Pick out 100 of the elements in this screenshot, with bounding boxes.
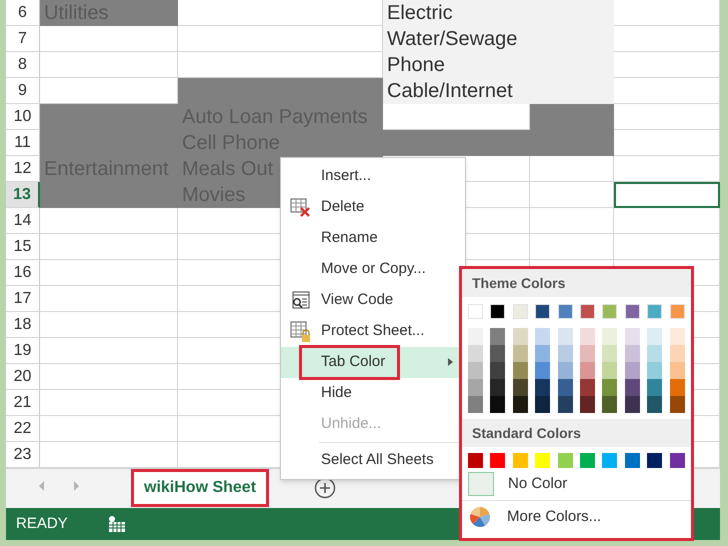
color-swatch[interactable] [647, 328, 662, 345]
color-swatch[interactable] [670, 453, 685, 468]
color-swatch[interactable] [670, 379, 685, 396]
color-swatch[interactable] [512, 396, 528, 413]
color-swatch[interactable] [512, 304, 528, 319]
color-swatch[interactable] [512, 453, 528, 468]
color-swatch[interactable] [512, 328, 528, 345]
sheet-stats-icon[interactable] [108, 515, 126, 533]
menu-item[interactable]: Rename [281, 223, 465, 254]
no-color-option[interactable]: No Color [462, 468, 691, 501]
row-header[interactable]: 18 [6, 312, 40, 338]
color-swatch[interactable] [535, 396, 550, 413]
color-swatch[interactable] [647, 379, 662, 396]
row-header[interactable]: 22 [6, 416, 40, 442]
color-swatch[interactable] [580, 328, 595, 345]
color-swatch[interactable] [670, 362, 685, 379]
color-swatch[interactable] [468, 345, 483, 362]
color-swatch[interactable] [558, 453, 573, 468]
color-swatch[interactable] [490, 396, 506, 413]
color-swatch[interactable] [490, 345, 506, 362]
table-lock-icon [290, 320, 312, 342]
color-swatch[interactable] [468, 362, 483, 379]
status-text: READY [16, 514, 68, 534]
row-header[interactable]: 8 [6, 52, 40, 78]
color-swatch[interactable] [490, 304, 506, 319]
color-swatch[interactable] [602, 345, 618, 362]
color-swatch[interactable] [535, 362, 550, 379]
color-swatch[interactable] [602, 328, 618, 345]
color-swatch[interactable] [468, 453, 483, 468]
color-swatch[interactable] [602, 304, 618, 319]
row-header[interactable]: 13 [6, 182, 40, 208]
color-swatch[interactable] [490, 362, 506, 379]
color-swatch[interactable] [468, 304, 483, 319]
color-swatch[interactable] [624, 453, 640, 468]
color-swatch[interactable] [558, 304, 573, 319]
color-swatch[interactable] [535, 328, 550, 345]
color-swatch[interactable] [468, 379, 483, 396]
color-swatch[interactable] [512, 362, 528, 379]
more-colors-option[interactable]: More Colors... [462, 501, 691, 528]
row-header[interactable]: 20 [6, 364, 40, 390]
color-swatch[interactable] [580, 362, 595, 379]
color-swatch[interactable] [647, 304, 662, 319]
color-swatch[interactable] [602, 396, 618, 413]
row-header[interactable]: 19 [6, 338, 40, 364]
color-swatch[interactable] [558, 396, 573, 413]
color-swatch[interactable] [490, 328, 506, 345]
sheet-tab[interactable]: wikiHow Sheet [131, 469, 270, 507]
color-swatch[interactable] [535, 345, 550, 362]
row-header[interactable]: 12 [6, 156, 40, 182]
color-swatch[interactable] [512, 345, 528, 362]
color-swatch[interactable] [624, 345, 640, 362]
color-swatch[interactable] [624, 396, 640, 413]
color-swatch[interactable] [490, 379, 506, 396]
color-swatch[interactable] [580, 304, 595, 319]
color-swatch[interactable] [602, 362, 618, 379]
color-swatch[interactable] [670, 328, 685, 345]
color-swatch[interactable] [624, 304, 640, 319]
row-header[interactable]: 23 [6, 442, 40, 468]
row-header[interactable]: 17 [6, 286, 40, 312]
color-swatch[interactable] [512, 379, 528, 396]
add-sheet-icon[interactable] [314, 477, 336, 499]
color-swatch[interactable] [535, 304, 550, 319]
color-swatch[interactable] [670, 304, 685, 319]
color-swatch[interactable] [647, 362, 662, 379]
submenu-caret-icon [448, 358, 453, 366]
color-swatch[interactable] [602, 453, 618, 468]
scroll-right-icon[interactable] [74, 481, 79, 491]
color-swatch[interactable] [535, 453, 550, 468]
scroll-left-icon[interactable] [39, 481, 44, 491]
color-swatch[interactable] [468, 396, 483, 413]
color-swatch[interactable] [558, 345, 573, 362]
code-search-icon [290, 290, 312, 310]
row-header[interactable]: 16 [6, 260, 40, 286]
color-swatch[interactable] [647, 396, 662, 413]
row-header[interactable]: 9 [6, 78, 40, 104]
row-header[interactable]: 15 [6, 234, 40, 260]
color-swatch[interactable] [670, 396, 685, 413]
color-swatch[interactable] [624, 379, 640, 396]
row-header[interactable]: 11 [6, 130, 40, 156]
row-header[interactable]: 6 [6, 0, 40, 26]
color-swatch[interactable] [647, 345, 662, 362]
row-header[interactable]: 10 [6, 104, 40, 130]
color-swatch[interactable] [602, 379, 618, 396]
color-swatch[interactable] [624, 328, 640, 345]
color-swatch[interactable] [580, 396, 595, 413]
color-swatch[interactable] [580, 345, 595, 362]
color-swatch[interactable] [647, 453, 662, 468]
row-header[interactable]: 21 [6, 390, 40, 416]
color-swatch[interactable] [468, 328, 483, 345]
row-header[interactable]: 7 [6, 26, 40, 52]
color-swatch[interactable] [558, 328, 573, 345]
color-swatch[interactable] [670, 345, 685, 362]
color-swatch[interactable] [535, 379, 550, 396]
color-swatch[interactable] [558, 379, 573, 396]
color-swatch[interactable] [624, 362, 640, 379]
color-swatch[interactable] [580, 379, 595, 396]
color-swatch[interactable] [490, 453, 506, 468]
color-swatch[interactable] [558, 362, 573, 379]
row-header[interactable]: 14 [6, 208, 40, 234]
color-swatch[interactable] [580, 453, 595, 468]
